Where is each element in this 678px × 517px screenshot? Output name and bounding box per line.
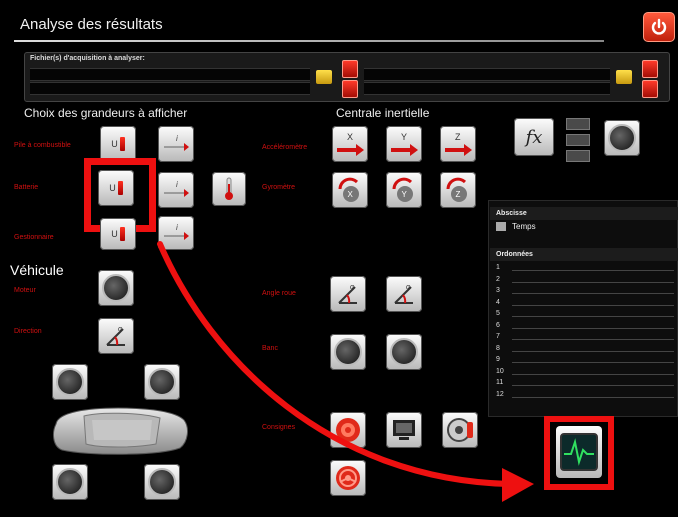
file-slot-1[interactable] xyxy=(30,68,310,81)
small-key-2[interactable] xyxy=(566,134,590,146)
power-icon xyxy=(651,18,667,35)
abscisse-header: Abscisse xyxy=(490,207,678,220)
file-slot-2[interactable] xyxy=(30,82,310,95)
file-slot-3[interactable] xyxy=(364,68,610,81)
batterie-voltage-button[interactable]: U xyxy=(98,170,134,206)
wheel-speed-icon xyxy=(56,468,84,496)
small-key-3[interactable] xyxy=(566,150,590,162)
voltage-icon: U xyxy=(111,137,125,151)
voltage-icon: U xyxy=(109,181,123,195)
label-batterie: Batterie xyxy=(14,184,39,191)
power-button[interactable] xyxy=(643,12,675,42)
pile-voltage-button[interactable]: U xyxy=(100,126,136,162)
wheel-front-left-button[interactable] xyxy=(52,364,88,400)
trash-icon[interactable] xyxy=(642,80,658,98)
svg-text:X: X xyxy=(348,190,354,199)
rotation-y-icon: Y xyxy=(392,177,413,202)
folder-icon[interactable] xyxy=(316,70,332,84)
label-direction: Direction xyxy=(14,328,42,335)
abscisse-select[interactable]: Temps xyxy=(512,222,536,231)
folder-icon[interactable] xyxy=(616,70,632,84)
svg-text:i: i xyxy=(176,134,178,143)
gestionnaire-voltage-button[interactable]: U xyxy=(100,218,136,250)
arrow-x-icon: X xyxy=(337,132,364,156)
voltage-icon: U xyxy=(111,227,125,241)
label-accelerometre: Accéléromètre xyxy=(262,144,308,151)
label-gestionnaire: Gestionnaire xyxy=(14,234,54,241)
svg-text:Y: Y xyxy=(401,132,407,142)
trash-icon[interactable] xyxy=(342,60,358,78)
current-icon: i xyxy=(164,180,189,197)
title-divider xyxy=(14,40,604,42)
page-title: Analyse des résultats xyxy=(20,16,163,33)
small-key-1[interactable] xyxy=(566,118,590,130)
rotation-z-icon: Z xyxy=(446,177,467,202)
oscilloscope-icon xyxy=(560,433,598,471)
svg-text:Y: Y xyxy=(402,190,408,199)
arrow-y-icon: Y xyxy=(391,132,418,156)
speed-icon xyxy=(102,274,130,302)
angle-icon: α xyxy=(106,326,125,346)
dropdown-icon[interactable] xyxy=(496,222,506,231)
gyro-y-button[interactable]: Y xyxy=(386,172,422,208)
batterie-current-button[interactable]: i xyxy=(158,172,194,208)
accel-x-button[interactable]: X xyxy=(332,126,368,162)
current-icon: i xyxy=(164,134,189,151)
batterie-temperature-button[interactable] xyxy=(212,172,246,206)
gyro-z-button[interactable]: Z xyxy=(440,172,476,208)
graph-button[interactable] xyxy=(556,426,602,478)
arrow-z-icon: Z xyxy=(445,132,472,156)
label-gyrometre: Gyromètre xyxy=(262,184,296,191)
function-button[interactable]: fx xyxy=(514,118,554,156)
fx-icon: fx xyxy=(525,126,543,148)
thermometer-icon xyxy=(225,177,233,200)
gyro-x-button[interactable]: X xyxy=(332,172,368,208)
section-grandeurs: Choix des grandeurs à afficher xyxy=(24,106,188,120)
svg-text:i: i xyxy=(176,180,178,189)
moteur-button[interactable] xyxy=(98,270,134,306)
section-centrale: Centrale inertielle xyxy=(336,106,430,120)
svg-text:X: X xyxy=(347,132,353,142)
label-moteur: Moteur xyxy=(14,287,36,294)
file-panel-label: Fichier(s) d'acquisition à analyser: xyxy=(30,55,145,62)
direction-button[interactable]: α xyxy=(98,318,134,354)
svg-text:i: i xyxy=(176,223,178,232)
svg-text:Z: Z xyxy=(455,132,461,142)
rotation-x-icon: X xyxy=(338,177,359,202)
accel-y-button[interactable]: Y xyxy=(386,126,422,162)
svg-text:Z: Z xyxy=(456,190,461,199)
clock-icon xyxy=(608,124,636,152)
trash-icon[interactable] xyxy=(642,60,658,78)
label-pile: Pile à combustible xyxy=(14,142,71,149)
pile-current-button[interactable]: i xyxy=(158,126,194,162)
accel-z-button[interactable]: Z xyxy=(440,126,476,162)
file-slot-4[interactable] xyxy=(364,82,610,95)
arrow-annotation xyxy=(157,241,534,502)
section-vehicule: Véhicule xyxy=(10,262,64,278)
trash-icon[interactable] xyxy=(342,80,358,98)
clock-button[interactable] xyxy=(604,120,640,156)
wheel-rear-left-button[interactable] xyxy=(52,464,88,500)
wheel-speed-icon xyxy=(56,368,84,396)
